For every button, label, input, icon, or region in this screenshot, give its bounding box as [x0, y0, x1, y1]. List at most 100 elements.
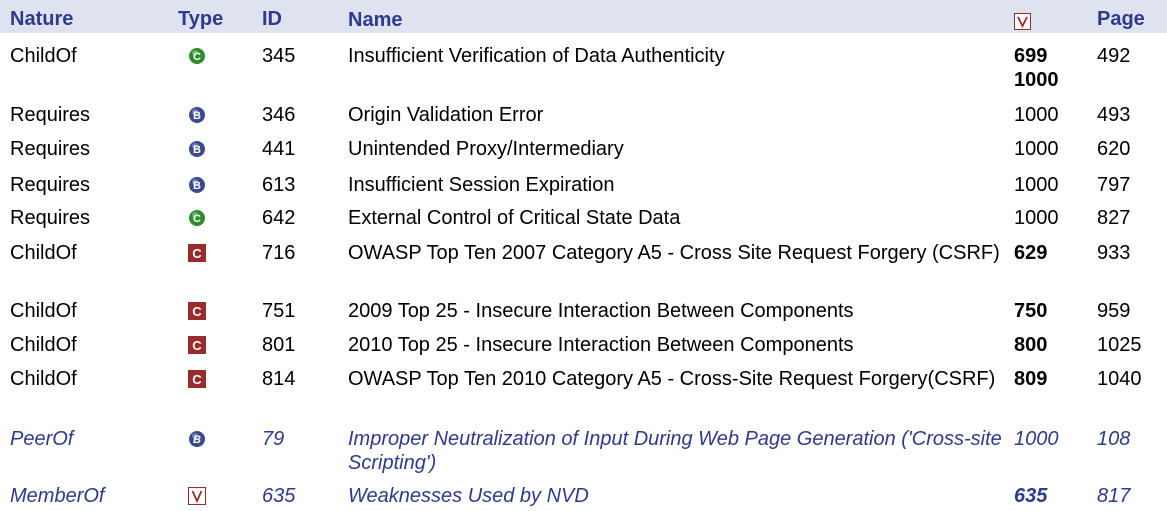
page-number: 1025 — [1097, 334, 1142, 356]
page-number: 959 — [1097, 300, 1131, 322]
view-cell: 809 — [1014, 367, 1084, 391]
relationship-nature: ChildOf — [10, 368, 77, 390]
page-number: 620 — [1097, 138, 1131, 160]
view-cell: 629 — [1014, 241, 1084, 265]
page-number: 933 — [1097, 242, 1131, 264]
view-cell: 635 — [1014, 484, 1084, 508]
weakness-name[interactable]: Weaknesses Used by NVD — [348, 484, 1008, 508]
weakness-name[interactable]: Origin Validation Error — [348, 103, 1008, 127]
view-id: 629 — [1014, 242, 1048, 264]
view-cell: 1000 — [1014, 206, 1084, 230]
weakness-id[interactable]: 346 — [262, 103, 332, 127]
type-cell — [178, 484, 248, 508]
weakness-name[interactable]: Improper Neutralization of Input During … — [348, 427, 1008, 475]
svg-text:B: B — [193, 434, 201, 446]
category-icon: C — [188, 301, 206, 320]
header-type: Type — [178, 8, 224, 30]
type-cell: C — [178, 367, 248, 391]
weakness-id[interactable]: 801 — [262, 333, 332, 357]
page-number: 797 — [1097, 174, 1131, 196]
view-id: 809 — [1014, 368, 1048, 390]
view-id: 635 — [1014, 485, 1048, 507]
weakness-name[interactable]: 2009 Top 25 - Insecure Interaction Betwe… — [348, 299, 1008, 323]
view-cell: 1000 — [1014, 137, 1084, 161]
type-cell: B — [178, 103, 248, 127]
category-icon: C — [188, 335, 206, 354]
svg-text:B: B — [193, 180, 201, 192]
type-cell: C — [178, 44, 248, 68]
type-cell: C — [178, 333, 248, 357]
view-cell: 1000 — [1014, 427, 1084, 451]
relationship-nature: Requires — [10, 174, 91, 196]
svg-text:C: C — [193, 51, 201, 63]
view-cell: 800 — [1014, 333, 1084, 357]
weakness-name[interactable]: 2010 Top 25 - Insecure Interaction Betwe… — [348, 333, 1008, 357]
view-id: 1000 — [1014, 207, 1059, 229]
page-number: 492 — [1097, 45, 1131, 67]
view-icon — [188, 486, 206, 505]
view-id: 699 — [1014, 45, 1048, 67]
header-id: ID — [262, 8, 282, 30]
view-icon — [1014, 12, 1031, 30]
relationship-nature: MemberOf — [10, 485, 105, 507]
type-cell: C — [178, 206, 248, 230]
weakness-name[interactable]: Insufficient Verification of Data Authen… — [348, 44, 1008, 68]
base-icon: B — [188, 140, 206, 158]
base-icon: B — [188, 430, 206, 448]
weakness-id[interactable]: 613 — [262, 173, 332, 197]
header-nature: Nature — [10, 8, 74, 30]
svg-text:B: B — [193, 110, 201, 122]
svg-text:C: C — [193, 213, 201, 225]
view-id: 1000 — [1014, 138, 1059, 160]
header-view-icon — [1014, 10, 1084, 34]
type-cell: B — [178, 173, 248, 197]
type-cell: C — [178, 241, 248, 265]
header-page: Page — [1097, 8, 1145, 30]
view-id: 800 — [1014, 334, 1048, 356]
weakness-id[interactable]: 635 — [262, 484, 332, 508]
page-number: 817 — [1097, 485, 1131, 507]
weakness-id[interactable]: 814 — [262, 367, 332, 391]
type-cell: B — [178, 137, 248, 161]
view-id-secondary: 1000 — [1014, 69, 1059, 91]
weakness-id[interactable]: 751 — [262, 299, 332, 323]
view-id: 1000 — [1014, 104, 1059, 126]
page-number: 108 — [1097, 428, 1131, 450]
weakness-name[interactable]: Unintended Proxy/Intermediary — [348, 137, 1008, 161]
relationship-nature: ChildOf — [10, 242, 77, 264]
svg-text:C: C — [192, 304, 202, 319]
svg-text:C: C — [192, 246, 202, 261]
svg-text:C: C — [192, 338, 202, 353]
weakness-name[interactable]: OWASP Top Ten 2007 Category A5 - Cross S… — [348, 241, 1008, 265]
weakness-id[interactable]: 441 — [262, 137, 332, 161]
weakness-name[interactable]: OWASP Top Ten 2010 Category A5 - Cross-S… — [348, 367, 1008, 391]
header-name: Name — [348, 9, 403, 31]
relationship-nature: Requires — [10, 104, 91, 126]
weakness-id[interactable]: 716 — [262, 241, 332, 265]
compound-icon: C — [188, 209, 206, 227]
relationship-nature: Requires — [10, 138, 91, 160]
weakness-name[interactable]: External Control of Critical State Data — [348, 206, 1008, 230]
weakness-id[interactable]: 79 — [262, 427, 332, 451]
weakness-id[interactable]: 345 — [262, 44, 332, 68]
category-icon: C — [188, 243, 206, 262]
relationship-nature: PeerOf — [10, 428, 74, 450]
view-cell: 750 — [1014, 299, 1084, 323]
relationship-nature: Requires — [10, 207, 91, 229]
compound-icon: C — [188, 47, 206, 65]
table-header: Nature Type ID Name Page — [0, 6, 1167, 33]
weakness-name[interactable]: Insufficient Session Expiration — [348, 173, 1008, 197]
page-number: 827 — [1097, 207, 1131, 229]
weakness-id[interactable]: 642 — [262, 206, 332, 230]
category-icon: C — [188, 369, 206, 388]
type-cell: B — [178, 427, 248, 451]
page-number: 1040 — [1097, 368, 1142, 390]
page-number: 493 — [1097, 104, 1131, 126]
view-id: 1000 — [1014, 428, 1059, 450]
relationship-nature: ChildOf — [10, 45, 77, 67]
svg-text:B: B — [193, 144, 201, 156]
svg-text:C: C — [192, 372, 202, 387]
view-cell: 1000 — [1014, 103, 1084, 127]
view-id: 750 — [1014, 300, 1048, 322]
type-cell: C — [178, 299, 248, 323]
